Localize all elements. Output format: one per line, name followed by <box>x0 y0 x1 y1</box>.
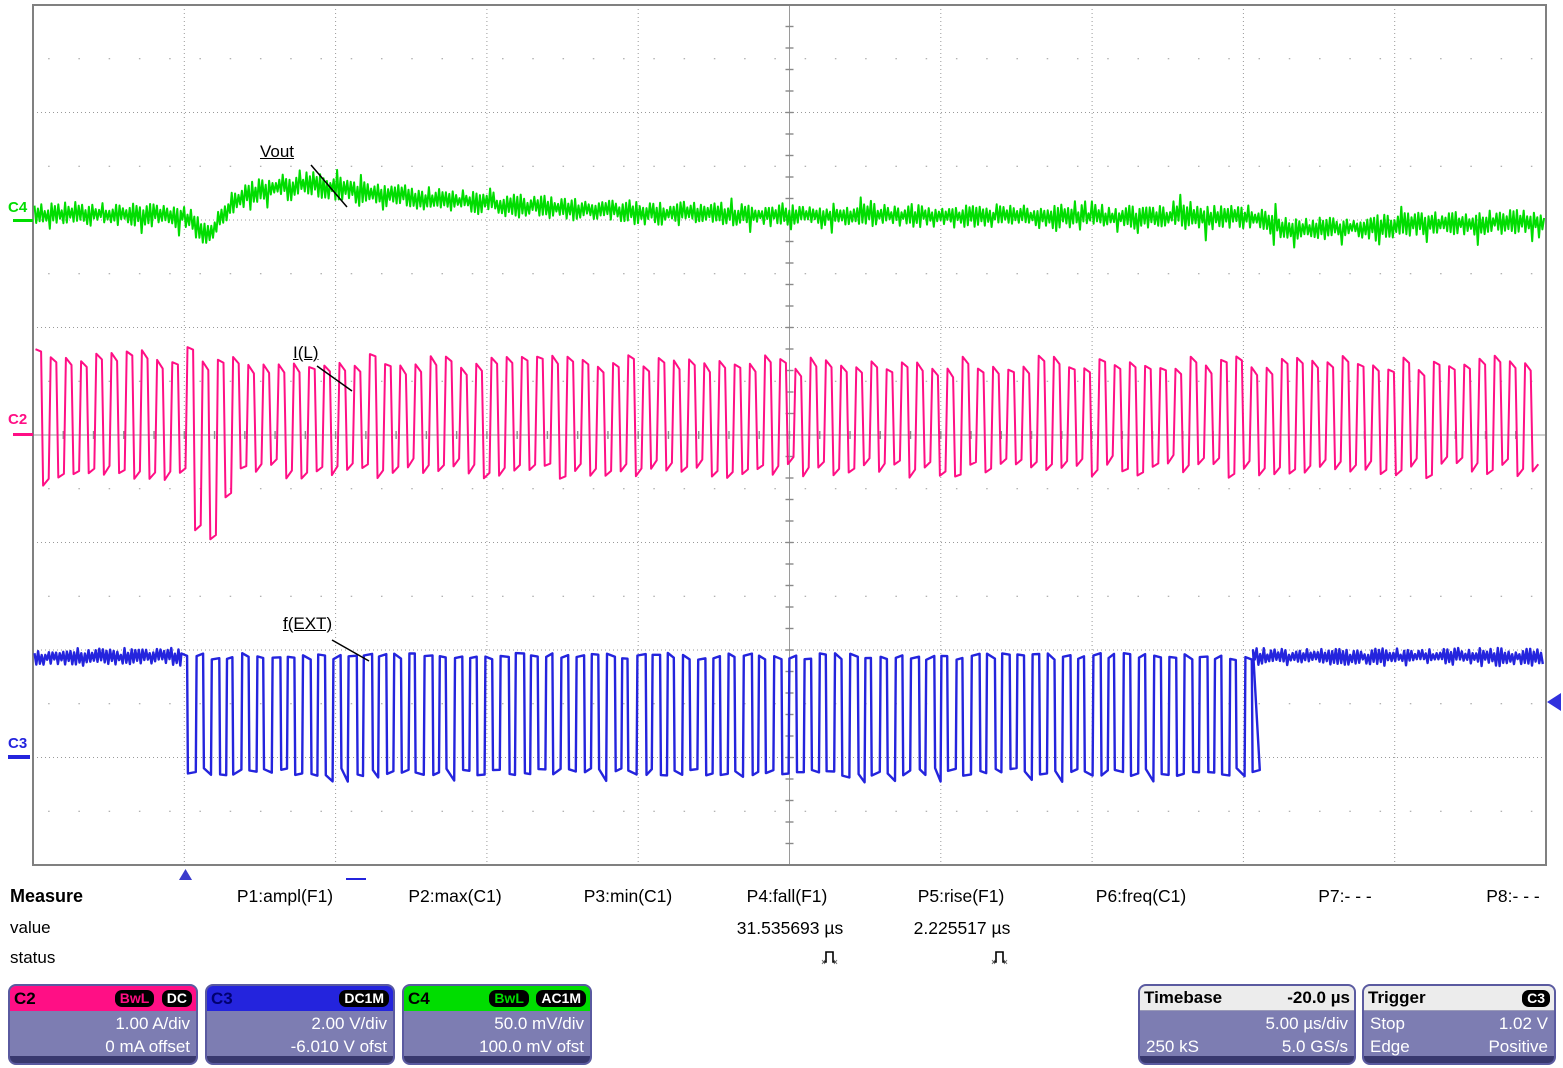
il-trace-label[interactable]: I(L) <box>293 343 319 363</box>
bwl-badge: BwL <box>489 990 529 1007</box>
c2-channel-indicator: C2 <box>8 411 27 428</box>
waveform-c2-il <box>36 347 1539 539</box>
channel-badges: BwL DC <box>112 990 192 1008</box>
measure-p8[interactable]: P8:- - - <box>1486 886 1539 907</box>
channel-box-c4-body: 50.0 mV/div 100.0 mV ofst <box>404 1011 590 1058</box>
channel-box-c2[interactable]: C2 BwL DC 1.00 A/div 0 mA offset <box>8 984 198 1065</box>
volts-per-div: 2.00 V/div <box>213 1012 387 1035</box>
channel-box-c3-header: C3 DC1M <box>207 986 393 1011</box>
measure-p7[interactable]: P7:- - - <box>1318 886 1371 907</box>
trigger-type: Edge <box>1370 1035 1410 1058</box>
time-per-div: 5.00 µs/div <box>1265 1012 1348 1035</box>
measure-p6[interactable]: P6:freq(C1) <box>1096 886 1186 907</box>
timebase-box[interactable]: Timebase -20.0 µs 5.00 µs/div 250 kS 5.0 … <box>1138 984 1356 1065</box>
c4-channel-indicator: C4 <box>8 199 28 216</box>
trigger-header: Trigger C3 <box>1364 986 1554 1011</box>
coupling-badge: AC1M <box>536 990 586 1007</box>
channel-badges: DC1M <box>336 990 389 1008</box>
measure-p5[interactable]: P5:rise(F1) <box>918 886 1005 907</box>
timebase-box-footer <box>1140 1056 1354 1063</box>
pulse-status-icon <box>820 946 840 968</box>
offset: 0 mA offset <box>16 1035 190 1058</box>
channel-box-footer <box>207 1056 393 1063</box>
channel-badges: BwL AC1M <box>486 990 586 1008</box>
channel-box-c4[interactable]: C4 BwL AC1M 50.0 mV/div 100.0 mV ofst <box>402 984 592 1065</box>
measure-p1[interactable]: P1:ampl(F1) <box>237 886 333 907</box>
channel-box-c3-body: 2.00 V/div -6.010 V ofst <box>207 1011 393 1058</box>
channel-box-footer <box>404 1056 590 1063</box>
waveform-c3-fext <box>35 648 1543 782</box>
measure-p5-value: 2.225517 µs <box>914 918 1011 939</box>
trigger-mode: Stop <box>1370 1012 1405 1035</box>
sample-count: 250 kS <box>1146 1035 1199 1058</box>
offset: -6.010 V ofst <box>213 1035 387 1058</box>
coupling-badge: DC1M <box>339 990 389 1007</box>
channel-box-c3[interactable]: C3 DC1M 2.00 V/div -6.010 V ofst <box>205 984 395 1065</box>
trigger-source-badge: C3 <box>1522 990 1550 1007</box>
trigger-box[interactable]: Trigger C3 Stop 1.02 V Edge Positive <box>1362 984 1556 1065</box>
channel-box-c2-body: 1.00 A/div 0 mA offset <box>10 1011 196 1058</box>
bwl-badge: BwL <box>115 990 155 1007</box>
measure-p2[interactable]: P2:max(C1) <box>408 886 501 907</box>
trigger-position-marker[interactable] <box>176 869 195 880</box>
coupling-badge: DC <box>162 990 192 1007</box>
channel-name: C3 <box>211 989 233 1009</box>
pulse-status-icon <box>990 946 1010 968</box>
timebase-delay: -20.0 µs <box>1287 988 1350 1008</box>
channel-box-c2-header: C2 BwL DC <box>10 986 196 1011</box>
c3-channel-indicator: C3 <box>8 735 27 752</box>
measure-title: Measure <box>10 886 83 907</box>
trigger-body: Stop 1.02 V Edge Positive <box>1364 1011 1554 1058</box>
measure-p3[interactable]: P3:min(C1) <box>584 886 673 907</box>
measure-p4[interactable]: P4:fall(F1) <box>747 886 828 907</box>
timebase-body: 5.00 µs/div 250 kS 5.0 GS/s <box>1140 1011 1354 1058</box>
trigger-slope: Positive <box>1488 1035 1548 1058</box>
channel-box-footer <box>10 1056 196 1063</box>
trigger-title: Trigger <box>1368 988 1426 1008</box>
offset: 100.0 mV ofst <box>410 1035 584 1058</box>
c3-level-marker[interactable] <box>8 755 30 759</box>
trigger-level: 1.02 V <box>1499 1012 1548 1035</box>
volts-per-div: 50.0 mV/div <box>410 1012 584 1035</box>
channel-name: C4 <box>408 989 430 1009</box>
timebase-header: Timebase -20.0 µs <box>1140 986 1354 1011</box>
f1-position-marker[interactable] <box>346 878 366 880</box>
measure-p4-value: 31.535693 µs <box>737 918 843 939</box>
sample-rate: 5.0 GS/s <box>1282 1035 1348 1058</box>
fext-trace-label[interactable]: f(EXT) <box>283 614 332 634</box>
timebase-title: Timebase <box>1144 988 1222 1008</box>
channel-box-c4-header: C4 BwL AC1M <box>404 986 590 1011</box>
measure-value-row-label: value <box>10 918 51 938</box>
oscilloscope-screen: C4 C2 C3 Vout I(L) f(EXT) Measure value … <box>0 0 1563 1068</box>
scope-display: C4 C2 C3 <box>0 0 1563 880</box>
il-leader-line <box>317 366 352 391</box>
c2-level-marker[interactable] <box>13 433 33 436</box>
vout-trace-label[interactable]: Vout <box>260 142 294 162</box>
measure-status-row-label: status <box>10 948 55 968</box>
trigger-box-footer <box>1364 1056 1554 1063</box>
trigger-level-marker[interactable] <box>1547 693 1561 711</box>
channel-name: C2 <box>14 989 36 1009</box>
volts-per-div: 1.00 A/div <box>16 1012 190 1035</box>
c4-level-marker[interactable] <box>13 219 33 222</box>
